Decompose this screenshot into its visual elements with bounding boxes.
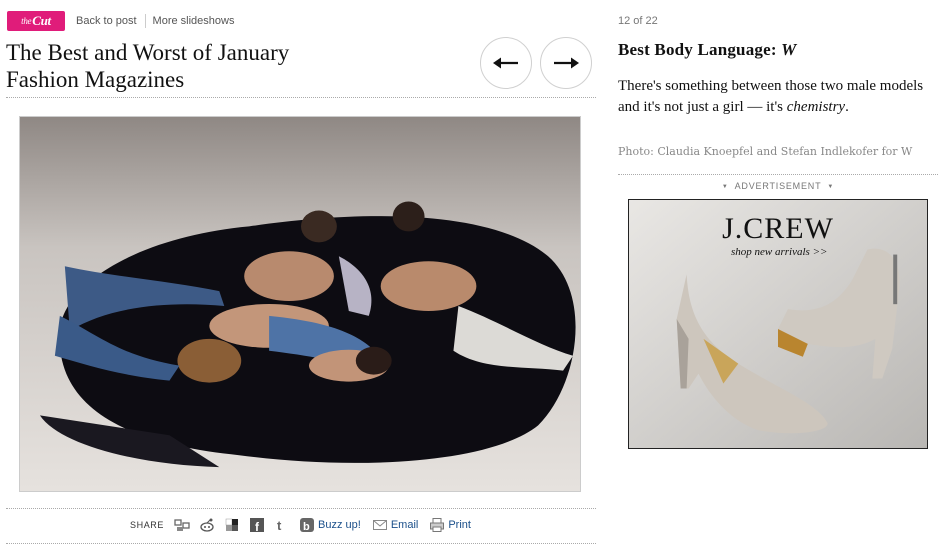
triangle-down-icon: ▼	[721, 183, 729, 190]
logo-text: Cut	[32, 13, 51, 28]
caption-heading-text: Best Body Language:	[618, 40, 777, 59]
caption-divider	[618, 174, 938, 175]
next-slide-button[interactable]	[540, 37, 592, 89]
caption-heading-publication: W	[781, 40, 797, 59]
title-line-2: Fashion Magazines	[6, 67, 185, 92]
envelope-icon	[372, 517, 388, 533]
svg-text:b: b	[303, 521, 310, 533]
share-bar: SHARE f t b Buzz up! Email Print	[130, 516, 482, 534]
share-bottom-divider	[6, 543, 596, 544]
title-line-1: The Best and Worst of January	[6, 40, 290, 65]
arrow-left-icon	[493, 57, 518, 69]
caption-text-end: .	[845, 98, 849, 115]
ad-brand-name: J.CREW	[722, 212, 834, 245]
caption-text-main: There's something between those two male…	[618, 78, 924, 115]
sidebar: 12 of 22 Best Body Language: W There's s…	[618, 0, 938, 550]
slideshow-title: The Best and Worst of January Fashion Ma…	[6, 39, 446, 93]
printer-icon	[429, 517, 445, 533]
print-link[interactable]: Print	[429, 517, 471, 533]
more-slideshows-link[interactable]: More slideshows	[153, 15, 235, 27]
share-top-divider	[6, 508, 596, 509]
delicious-icon[interactable]	[224, 517, 240, 533]
nav-divider	[144, 14, 146, 28]
reddit-icon[interactable]	[199, 517, 215, 533]
slide-counter: 12 of 22	[618, 15, 658, 27]
previous-slide-button[interactable]	[480, 37, 532, 89]
photo-credit: Photo: Claudia Knoepfel and Stefan Indle…	[618, 145, 913, 158]
back-to-post-link[interactable]: Back to post	[76, 15, 137, 27]
twitter-icon[interactable]: t	[274, 517, 290, 533]
share-label: SHARE	[130, 520, 165, 530]
logo-prefix: the	[21, 16, 32, 26]
advertisement-label-text: ADVERTISEMENT	[734, 181, 822, 191]
top-nav: the Cut Back to post More slideshows	[7, 11, 234, 31]
digg-icon[interactable]	[174, 517, 190, 533]
caption-text-emphasis: chemistry	[786, 98, 846, 115]
svg-text:t: t	[277, 518, 282, 533]
arrow-right-icon	[554, 57, 579, 69]
facebook-icon[interactable]: f	[249, 517, 265, 533]
caption-text: There's something between those two male…	[618, 76, 928, 117]
title-divider	[6, 97, 596, 98]
caption-heading: Best Body Language: W	[618, 40, 797, 60]
buzz-up-link[interactable]: b Buzz up!	[299, 517, 361, 533]
email-link[interactable]: Email	[372, 517, 419, 533]
triangle-down-icon: ▼	[827, 183, 835, 190]
buzz-up-label: Buzz up!	[318, 519, 361, 531]
main-column: the Cut Back to post More slideshows The…	[0, 0, 600, 550]
advertisement-label: ▼ ADVERTISEMENT ▼	[618, 181, 938, 191]
print-label: Print	[448, 519, 471, 531]
yahoo-buzz-icon: b	[299, 517, 315, 533]
jcrew-ad-banner[interactable]: J.CREW shop new arrivals >>	[628, 199, 928, 449]
the-cut-logo[interactable]: the Cut	[7, 11, 65, 31]
email-label: Email	[390, 519, 419, 531]
ad-tagline: shop new arrivals >>	[731, 246, 828, 258]
slide-photo	[19, 116, 581, 492]
